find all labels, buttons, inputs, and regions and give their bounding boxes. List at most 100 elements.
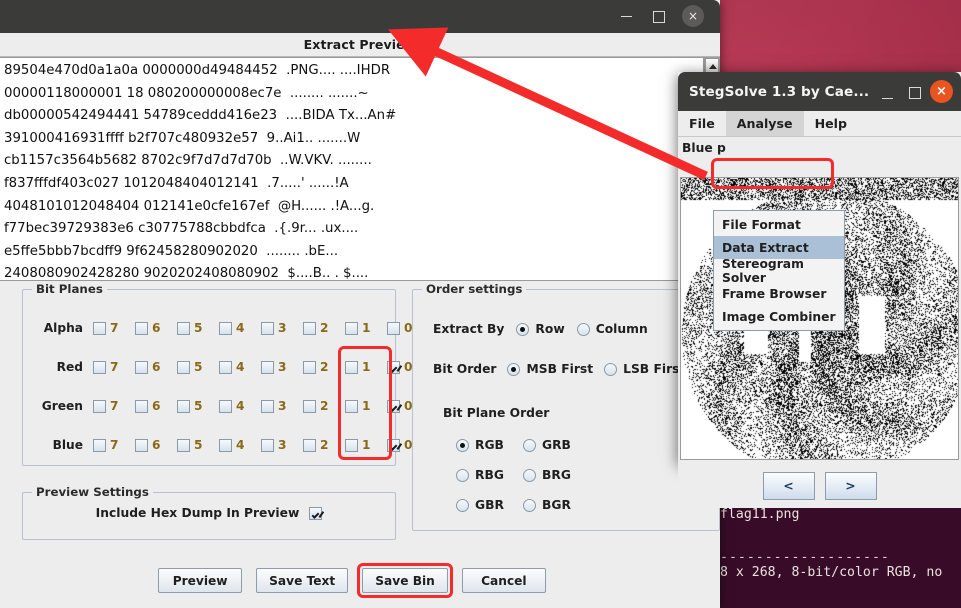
- bit-plane-checkbox[interactable]: [345, 360, 358, 374]
- bit-plane-checkbox[interactable]: [303, 438, 316, 452]
- maximize-button[interactable]: [649, 7, 668, 26]
- bit-plane-number: 4: [236, 438, 245, 452]
- bit-plane-checkbox[interactable]: [93, 360, 106, 374]
- bit-plane-checkbox[interactable]: [303, 399, 316, 413]
- bit-plane-checkbox[interactable]: [219, 360, 232, 374]
- bit-plane-cell: 7: [93, 438, 135, 452]
- bit-plane-checkbox[interactable]: [93, 438, 106, 452]
- radio-lsb-first[interactable]: LSB First: [604, 362, 685, 376]
- bit-plane-number: 2: [320, 321, 329, 335]
- close-button[interactable]: ×: [682, 5, 704, 27]
- bit-plane-checkbox[interactable]: [345, 321, 358, 335]
- radio-indicator: [523, 498, 536, 512]
- bit-plane-checkbox[interactable]: [261, 438, 274, 452]
- hex-preview-text: 89504e470d0a1a0a 0000000d49484452 .PNG..…: [0, 58, 703, 280]
- radio-msb-first[interactable]: MSB First: [507, 362, 593, 376]
- save-text-button[interactable]: Save Text: [256, 568, 349, 593]
- radio-extract-by-row[interactable]: Row: [516, 322, 565, 336]
- bit-plane-checkbox[interactable]: [345, 399, 358, 413]
- stegsolve-maximize-button[interactable]: [909, 84, 921, 103]
- bit-plane-cell: 5: [177, 399, 219, 413]
- bit-plane-cell: 6: [135, 399, 177, 413]
- bit-plane-checkbox[interactable]: [303, 360, 316, 374]
- hex-line: db00000542494441 54789ceddd416e23 ....BI…: [4, 108, 397, 124]
- extract-titlebar: ×: [0, 0, 720, 33]
- cancel-button[interactable]: Cancel: [461, 568, 546, 593]
- bit-plane-checkbox[interactable]: [135, 360, 148, 374]
- bit-plane-checkbox[interactable]: [219, 399, 232, 413]
- radio-bpo-gbr[interactable]: GBR: [456, 498, 504, 512]
- bit-plane-cell: 4: [219, 321, 261, 335]
- bit-plane-checkbox[interactable]: [219, 438, 232, 452]
- bit-plane-cell: 1: [345, 438, 387, 452]
- preview-button[interactable]: Preview: [158, 568, 243, 593]
- bit-plane-cell: 1: [345, 360, 387, 374]
- bit-plane-checkbox[interactable]: [135, 438, 148, 452]
- bit-plane-checkbox[interactable]: [387, 438, 400, 452]
- bit-plane-checkbox[interactable]: [387, 360, 400, 374]
- prev-plane-button[interactable]: <: [762, 471, 815, 500]
- hex-line: 89504e470d0a1a0a 0000000d49484452 .PNG..…: [4, 63, 391, 78]
- extract-by-row: Extract By Row Column: [433, 322, 648, 336]
- bit-plane-checkbox[interactable]: [261, 360, 274, 374]
- bit-plane-checkbox[interactable]: [219, 321, 232, 335]
- radio-label: LSB First: [623, 362, 686, 376]
- bit-plane-checkbox[interactable]: [177, 399, 190, 413]
- radio-label: Column: [595, 322, 648, 336]
- bit-plane-checkbox[interactable]: [261, 399, 274, 413]
- bit-plane-cell: 6: [135, 321, 177, 335]
- stegsolve-navbar: < >: [678, 463, 961, 508]
- save-bin-button[interactable]: Save Bin: [362, 568, 448, 593]
- radio-indicator: [456, 468, 469, 482]
- bit-plane-checkbox[interactable]: [135, 399, 148, 413]
- bit-plane-number: 2: [320, 438, 329, 452]
- radio-label: GBR: [475, 498, 504, 512]
- bit-plane-cell: 4: [219, 399, 261, 413]
- bit-plane-checkbox[interactable]: [93, 399, 106, 413]
- bit-plane-checkbox[interactable]: [303, 321, 316, 335]
- bit-plane-cell: 2: [303, 360, 345, 374]
- bit-plane-checkbox[interactable]: [177, 321, 190, 335]
- order-settings-title: Order settings: [422, 282, 527, 296]
- radio-indicator: [456, 438, 469, 452]
- stegsolve-close-button[interactable]: ×: [930, 80, 953, 103]
- bit-plane-channel-label: Red: [56, 360, 83, 374]
- bit-plane-number: 5: [194, 438, 203, 452]
- bit-plane-checkbox[interactable]: [261, 321, 274, 335]
- bit-plane-cell: 7: [93, 399, 135, 413]
- bit-plane-cell: 2: [303, 399, 345, 413]
- bit-plane-number: 3: [278, 399, 287, 413]
- menu-item-frame-browser[interactable]: Frame Browser: [714, 282, 844, 305]
- menu-analyse[interactable]: Analyse: [725, 111, 804, 136]
- radio-bpo-grb[interactable]: GRB: [523, 438, 571, 452]
- bit-plane-number: 5: [194, 360, 203, 374]
- bit-plane-checkbox[interactable]: [177, 360, 190, 374]
- radio-bpo-brg[interactable]: BRG: [523, 468, 571, 482]
- bit-plane-checkbox[interactable]: [345, 438, 358, 452]
- menu-help[interactable]: Help: [804, 111, 858, 136]
- bit-plane-checkbox[interactable]: [177, 438, 190, 452]
- bit-plane-number: 1: [362, 360, 371, 374]
- radio-extract-by-column[interactable]: Column: [576, 322, 648, 336]
- bit-plane-checkbox[interactable]: [93, 321, 106, 335]
- bit-plane-checkbox[interactable]: [387, 399, 400, 413]
- terminal-body[interactable]: flag11.png ------------------- 8 x 268, …: [716, 501, 961, 580]
- radio-bpo-rgb[interactable]: RGB: [456, 438, 504, 452]
- hex-line: 391000416931ffff b2f707c480932e57 9..Ai1…: [4, 130, 361, 146]
- menu-file[interactable]: File: [678, 111, 726, 136]
- menu-item-file-format[interactable]: File Format: [714, 213, 844, 236]
- bit-plane-checkbox[interactable]: [387, 321, 400, 335]
- scrollbar-up-arrow-icon[interactable]: [705, 58, 719, 73]
- hex-dump-checkbox[interactable]: [309, 506, 323, 520]
- radio-bpo-bgr[interactable]: BGR: [523, 498, 571, 512]
- menu-item-image-combiner[interactable]: Image Combiner: [714, 305, 844, 328]
- terminal-line-info: 8 x 268, 8-bit/color RGB, no: [720, 565, 943, 580]
- menu-item-stereogram-solver[interactable]: Stereogram Solver: [714, 257, 844, 285]
- radio-bpo-rbg[interactable]: RBG: [456, 468, 504, 482]
- stegsolve-minimize-button[interactable]: [882, 84, 893, 103]
- hex-preview-textarea[interactable]: 89504e470d0a1a0a 0000000d49484452 .PNG..…: [0, 57, 704, 281]
- hex-line: 00000118000001 18 080200000008ec7e .....…: [4, 85, 369, 101]
- bit-plane-checkbox[interactable]: [135, 321, 148, 335]
- next-plane-button[interactable]: >: [824, 471, 877, 500]
- minimize-button[interactable]: [617, 7, 636, 26]
